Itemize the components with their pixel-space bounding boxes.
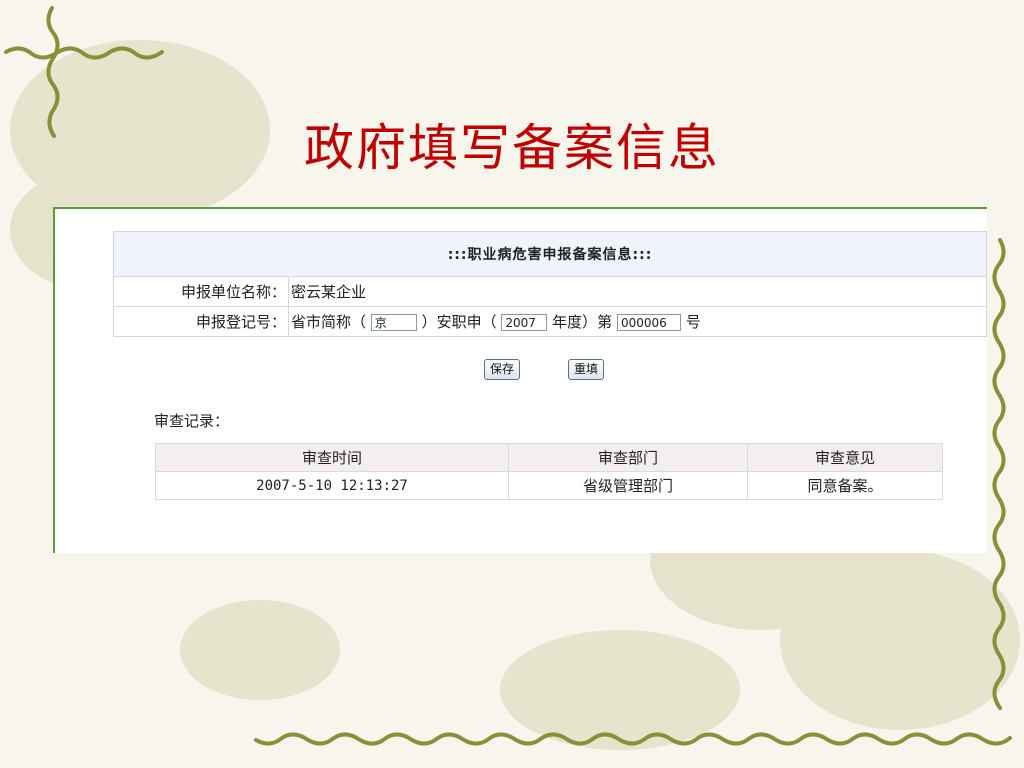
slide-title: 政府填写备案信息 [304, 119, 720, 177]
column-header-review-opinion: 审查意见 [747, 443, 943, 472]
serial-number-input[interactable]: 000006 [616, 314, 681, 331]
filing-info-table: :::职业病危害申报备案信息::: 申报单位名称： 密云某企业 申报登记号： 省… [113, 231, 987, 337]
review-dept-cell: 省级管理部门 [508, 471, 748, 500]
table-row: 2007-5-10 12:13:27 省级管理部门 同意备案。 [155, 471, 943, 500]
province-abbr-input[interactable]: 京 [370, 314, 417, 331]
review-records-label: 审查记录： [154, 412, 230, 430]
reg-year-suffix-text: 年度）第 [552, 313, 613, 331]
save-button[interactable]: 保存 [484, 359, 521, 380]
review-records-table: 审查时间 审查部门 审查意见 2007-5-10 12:13:27 省级管理部门… [155, 443, 943, 500]
column-header-review-dept: 审查部门 [508, 443, 748, 472]
year-input[interactable]: 2007 [501, 314, 548, 331]
column-header-review-time: 审查时间 [155, 443, 509, 472]
org-name-value: 密云某企业 [288, 276, 987, 307]
form-header: :::职业病危害申报备案信息::: [113, 231, 987, 277]
reg-mid-text: ）安职申（ [421, 313, 497, 331]
review-opinion-cell: 同意备案。 [747, 471, 943, 500]
reset-button[interactable]: 重填 [568, 359, 605, 380]
org-name-label: 申报单位名称： [113, 276, 289, 307]
embedded-form-screenshot: :::职业病危害申报备案信息::: 申报单位名称： 密云某企业 申报登记号： 省… [53, 207, 987, 553]
reg-prefix-text: 省市简称（ [291, 313, 367, 331]
review-time-cell: 2007-5-10 12:13:27 [155, 471, 509, 500]
reg-number-label: 申报登记号： [113, 306, 289, 337]
reg-suffix-text: 号 [685, 313, 701, 331]
reg-number-fields: 省市简称（ 京 ）安职申（ 2007 年度）第 000006 号 [288, 306, 987, 337]
